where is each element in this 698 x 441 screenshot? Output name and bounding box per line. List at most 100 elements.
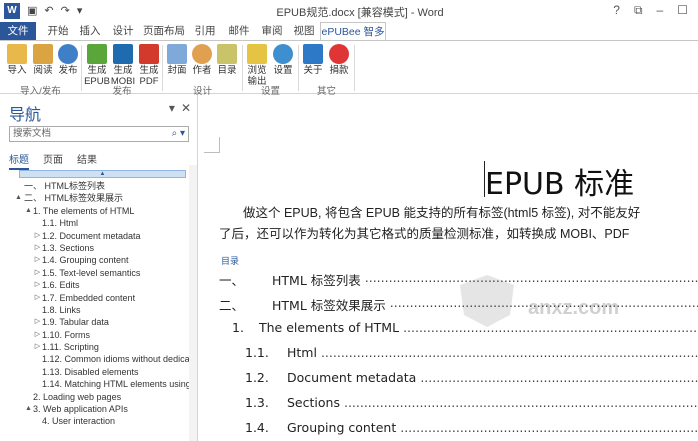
toc-icon	[217, 44, 237, 64]
nav-heading-item[interactable]: ▷ 1.2. Document metadata	[0, 230, 197, 242]
ribbon-display-options-icon[interactable]: ⧉	[634, 3, 643, 18]
collapse-all-bar[interactable]: ▲	[19, 170, 186, 178]
nav-heading-item[interactable]: 1.8. Links	[0, 304, 197, 316]
maximize-icon[interactable]: ☐	[677, 3, 688, 18]
nav-heading-item[interactable]: ▷ 1.7. Embedded content	[0, 292, 197, 304]
nav-tab-results[interactable]: 结果	[77, 151, 97, 170]
collapsed-arrow-icon[interactable]: ▷	[33, 292, 42, 304]
generate-epub-button[interactable]: 生成 EPUB	[84, 44, 110, 87]
help-icon[interactable]: ?	[613, 3, 620, 18]
collapsed-arrow-icon[interactable]: ▷	[33, 230, 42, 242]
tab-design[interactable]: 设计	[106, 22, 140, 40]
nav-scrollbar[interactable]	[189, 165, 197, 441]
navigation-pane: 导航 ▾ ✕ 搜索文档 ⌕ ▾ 标题 页面 结果 ▲ 一、 HTML标签列表 ▲ 二…	[0, 95, 198, 441]
toc-entry[interactable]: 1.2. Document metadata...................…	[199, 370, 698, 390]
pdf-icon	[139, 44, 159, 64]
generate-pdf-button[interactable]: 生成 PDF	[136, 44, 162, 87]
tab-epubee[interactable]: ePUBee 智多星	[320, 22, 386, 56]
nav-heading-text: 1.1. Html	[42, 218, 79, 229]
tab-file[interactable]: 文件	[0, 22, 36, 40]
read-button[interactable]: 阅读	[30, 44, 56, 76]
customize-qat-icon[interactable]: ▾	[77, 3, 83, 19]
generate-mobi-button[interactable]: 生成 MOBI	[110, 44, 136, 87]
tab-home[interactable]: 开始	[42, 22, 74, 40]
nav-close-icon[interactable]: ✕	[181, 101, 191, 115]
tab-review[interactable]: 审阅	[256, 22, 288, 40]
toc-entry[interactable]: 1.1. Html................................…	[199, 345, 698, 365]
donate-button[interactable]: 捐款	[326, 44, 352, 76]
toc-entry[interactable]: 一、 HTML 标签列表.............................…	[199, 270, 698, 290]
browse-output-button[interactable]: 浏览 输出	[244, 44, 270, 87]
import-icon	[7, 44, 27, 64]
cover-button[interactable]: 封面	[164, 44, 190, 76]
expanded-arrow-icon[interactable]: ▲	[24, 205, 33, 217]
nav-heading-text: 1.14. Matching HTML elements using...	[42, 379, 197, 390]
toc-entry[interactable]: 1.4. Grouping content....................…	[199, 420, 698, 440]
nav-heading-text: 3. Web application APIs	[33, 404, 128, 415]
tab-layout[interactable]: 页面布局	[140, 22, 188, 40]
nav-heading-item[interactable]: ▷ 1.6. Edits	[0, 279, 197, 291]
nav-heading-item[interactable]: ▷ 1.10. Forms	[0, 329, 197, 341]
collapsed-arrow-icon[interactable]: ▷	[33, 267, 42, 279]
save-icon[interactable]: ▣	[27, 3, 37, 19]
nav-heading-item[interactable]: ▲ 3. Web application APIs	[0, 403, 197, 415]
expanded-arrow-icon[interactable]: ▲	[24, 403, 33, 415]
tab-view[interactable]: 视图	[288, 22, 320, 40]
toc-button[interactable]: 目录	[214, 44, 240, 76]
nav-heading-item[interactable]: 2. Loading web pages	[0, 391, 197, 403]
nav-heading-text: 1.11. Scripting	[42, 342, 99, 353]
folder-icon	[247, 44, 267, 64]
nav-heading-item[interactable]: 4. User interaction	[0, 415, 197, 427]
tab-references[interactable]: 引用	[188, 22, 222, 40]
minimize-icon[interactable]: –	[657, 3, 664, 18]
nav-heading-text: 1.6. Edits	[42, 280, 80, 291]
toc-entry[interactable]: 二、 HTML 标签效果展示...........................…	[199, 295, 698, 315]
settings-button[interactable]: 设置	[270, 44, 296, 76]
nav-heading-text: 1.12. Common idioms without dedicat...	[42, 354, 197, 365]
redo-icon[interactable]: ↷	[61, 3, 70, 19]
author-button[interactable]: 作者	[189, 44, 215, 76]
nav-heading-item[interactable]: 1.14. Matching HTML elements using...	[0, 378, 197, 390]
nav-tabs: 标题 页面 结果	[9, 151, 97, 170]
nav-tab-headings[interactable]: 标题	[9, 151, 29, 170]
publish-button[interactable]: 发布	[55, 44, 81, 76]
toc-entry-label: HTML 标签列表	[272, 273, 361, 288]
nav-heading-item[interactable]: 1.13. Disabled elements	[0, 366, 197, 378]
nav-heading-item[interactable]: ▷ 1.4. Grouping content	[0, 254, 197, 266]
collapsed-arrow-icon[interactable]: ▷	[33, 316, 42, 328]
nav-heading-item[interactable]: ▷ 1.5. Text-level semantics	[0, 267, 197, 279]
tab-mailings[interactable]: 邮件	[222, 22, 256, 40]
expanded-arrow-icon[interactable]: ▲	[14, 192, 23, 204]
nav-options-icon[interactable]: ▾	[169, 101, 175, 115]
undo-icon[interactable]: ↶	[44, 3, 53, 19]
nav-heading-item[interactable]: ▷ 1.11. Scripting	[0, 341, 197, 353]
collapsed-arrow-icon[interactable]: ▷	[33, 329, 42, 341]
toc-entry[interactable]: 1. The elements of HTML..................…	[199, 320, 698, 340]
document-area[interactable]: EPUB 标准 anxz.com 做这个 EPUB, 将包含 EPUB 能支持的…	[199, 95, 698, 441]
nav-heading-item[interactable]: ▷ 1.3. Sections	[0, 242, 197, 254]
import-button[interactable]: 导入	[4, 44, 30, 76]
search-icon[interactable]: ⌕ ▾	[172, 127, 185, 141]
nav-heading-item[interactable]: 1.12. Common idioms without dedicat...	[0, 353, 197, 365]
nav-tab-pages[interactable]: 页面	[43, 151, 63, 170]
book-icon	[33, 44, 53, 64]
collapsed-arrow-icon[interactable]: ▷	[33, 279, 42, 291]
toc-leader-dots: ........................................…	[343, 395, 698, 410]
collapsed-arrow-icon[interactable]: ▷	[33, 341, 42, 353]
toc-entry-label: The elements of HTML	[259, 320, 400, 335]
nav-heading-item[interactable]: ▷ 1.9. Tabular data	[0, 316, 197, 328]
toc-entry[interactable]: 1.3. Sections............................…	[199, 395, 698, 415]
group-separator	[354, 45, 355, 91]
collapsed-arrow-icon[interactable]: ▷	[33, 254, 42, 266]
body-paragraph-line: 做这个 EPUB, 将包含 EPUB 能支持的所有标签(html5 标签), 对…	[243, 206, 641, 220]
title-bar: W ▣ ↶ ↷ ▾ EPUB规范.docx [兼容模式] - Word ? ⧉ …	[0, 0, 698, 22]
toc-leader-dots: ........................................…	[320, 345, 698, 360]
nav-heading-item[interactable]: ▲ 1. The elements of HTML	[0, 205, 197, 217]
collapsed-arrow-icon[interactable]: ▷	[33, 242, 42, 254]
about-button[interactable]: 关于	[300, 44, 326, 76]
nav-heading-item[interactable]: ▲ 二、 HTML标签效果展示	[0, 192, 197, 204]
nav-search-input[interactable]: 搜索文档 ⌕ ▾	[9, 126, 189, 142]
nav-heading-item[interactable]: 1.1. Html	[0, 217, 197, 229]
tab-insert[interactable]: 插入	[74, 22, 106, 40]
nav-heading-item[interactable]: 一、 HTML标签列表	[0, 180, 197, 192]
